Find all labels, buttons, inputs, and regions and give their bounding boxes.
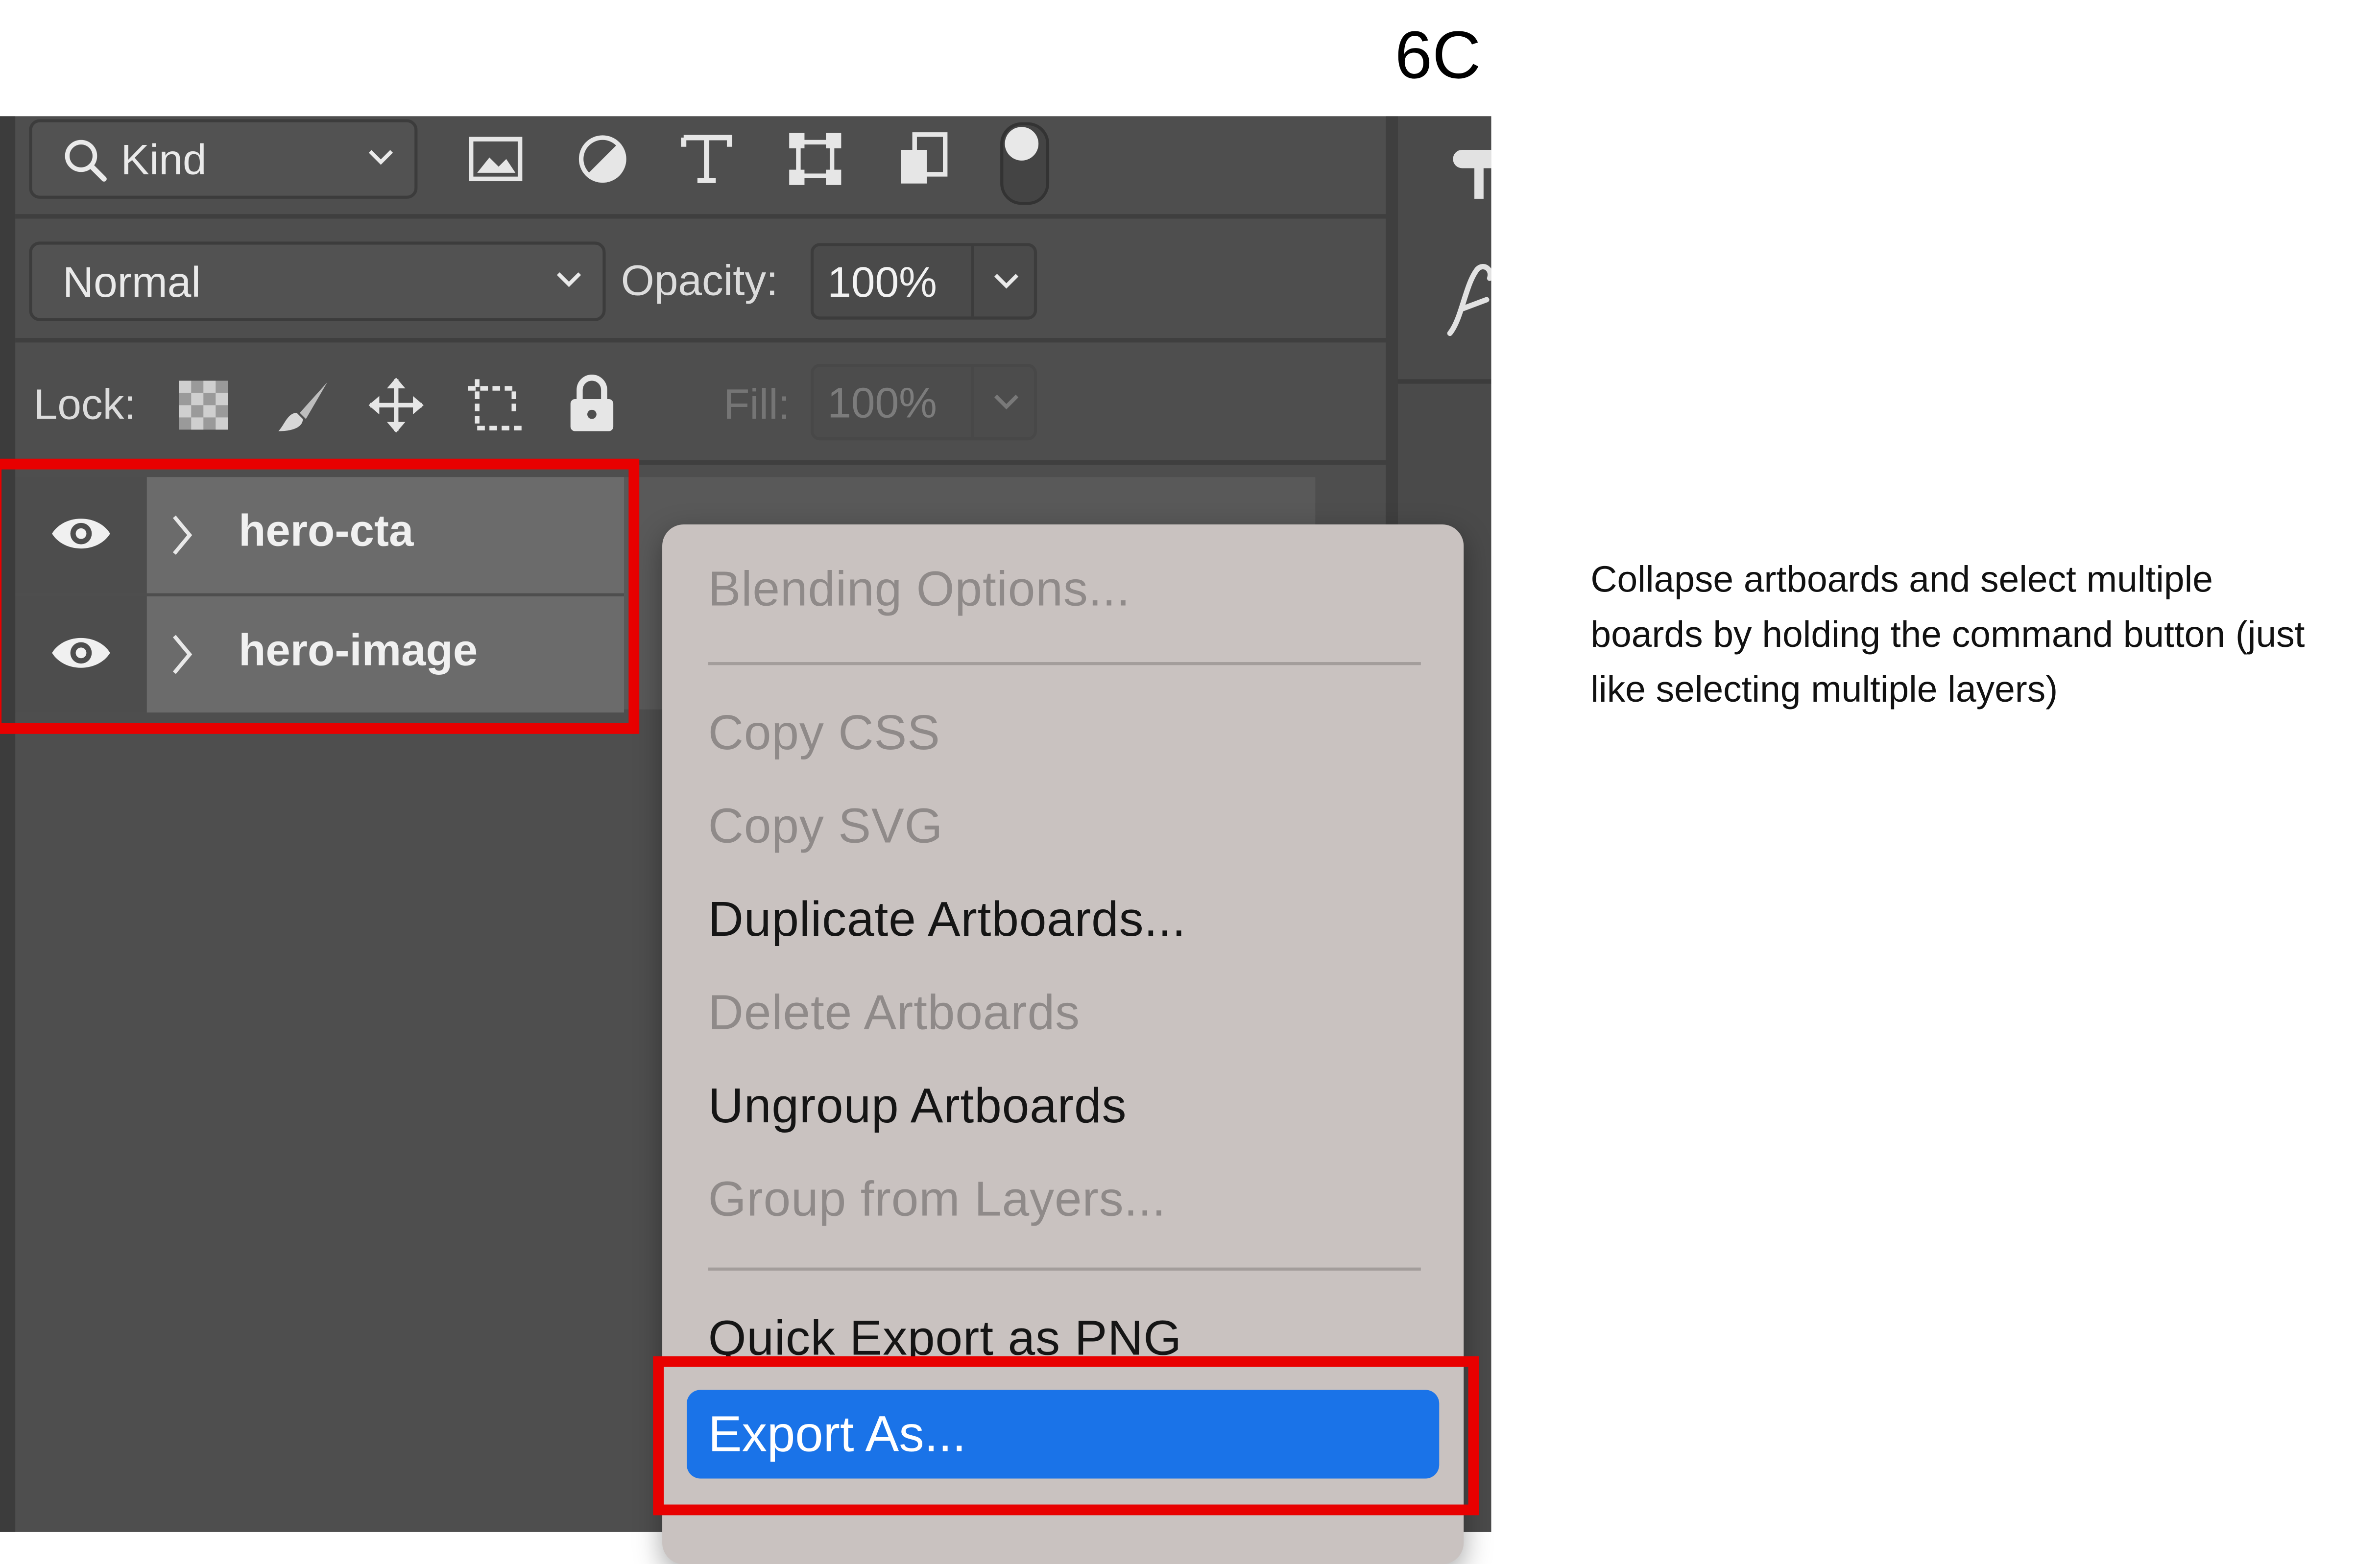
menu-item-blending-options[interactable]: Blending Options... (708, 561, 1130, 618)
lock-image-pixels-icon[interactable] (275, 379, 330, 434)
export-highlight-box (653, 1356, 1479, 1516)
opacity-label: Opacity: (621, 257, 778, 305)
opacity-field[interactable]: 100% (810, 243, 1037, 320)
toolbar-separator (15, 214, 1386, 219)
shape-filter-icon[interactable] (788, 132, 842, 187)
field-separator (971, 367, 975, 438)
chevron-down-icon (556, 272, 581, 287)
filter-toggle-icon (1005, 127, 1039, 161)
menu-item-duplicate-artboards[interactable]: Duplicate Artboards... (708, 891, 1186, 948)
lock-all-icon[interactable] (566, 373, 618, 434)
menu-separator (708, 1267, 1421, 1271)
panel-edge (0, 116, 16, 1532)
lock-position-icon[interactable] (367, 376, 425, 434)
menu-item-ungroup-artboards[interactable]: Ungroup Artboards (708, 1078, 1127, 1135)
blend-mode-value: Normal (63, 258, 201, 306)
lock-label: Lock: (33, 380, 136, 428)
menu-item-copy-css[interactable]: Copy CSS (708, 705, 940, 761)
menu-separator (708, 662, 1421, 665)
fill-value: 100% (827, 379, 937, 427)
image-filter-icon[interactable] (468, 132, 523, 187)
paragraph-icon[interactable] (1450, 147, 1491, 208)
chevron-down-icon[interactable] (994, 274, 1019, 289)
filter-toggle[interactable] (1000, 122, 1050, 205)
menu-item-group-from-layers[interactable]: Group from Layers... (708, 1171, 1166, 1228)
chevron-down-icon[interactable] (994, 394, 1019, 410)
annotation-text: Collapse artboards and select multiple b… (1590, 559, 2305, 711)
toolbar-separator (15, 338, 1386, 343)
layers-highlight-box (0, 458, 640, 734)
menu-item-delete-artboards[interactable]: Delete Artboards (708, 985, 1080, 1042)
kind-label: Kind (120, 136, 207, 184)
slide-label: 6C (1394, 18, 1481, 94)
opacity-value: 100% (827, 258, 937, 306)
chevron-down-icon (368, 150, 393, 165)
smart-object-filter-icon[interactable] (896, 132, 951, 187)
fill-label: Fill: (723, 380, 790, 428)
field-separator (971, 246, 975, 317)
character-icon[interactable] (1444, 263, 1491, 336)
lock-artboard-icon[interactable] (465, 376, 526, 434)
menu-item-copy-svg[interactable]: Copy SVG (708, 798, 943, 855)
lock-transparent-pixels-icon[interactable] (177, 379, 229, 431)
kind-filter-dropdown[interactable]: Kind (29, 119, 418, 199)
search-icon (65, 140, 107, 182)
fill-field[interactable]: 100% (810, 364, 1037, 441)
adjustment-filter-icon[interactable] (575, 132, 630, 187)
side-separator (1397, 379, 1491, 384)
blend-mode-dropdown[interactable]: Normal (29, 241, 606, 321)
type-filter-icon[interactable] (679, 132, 734, 187)
